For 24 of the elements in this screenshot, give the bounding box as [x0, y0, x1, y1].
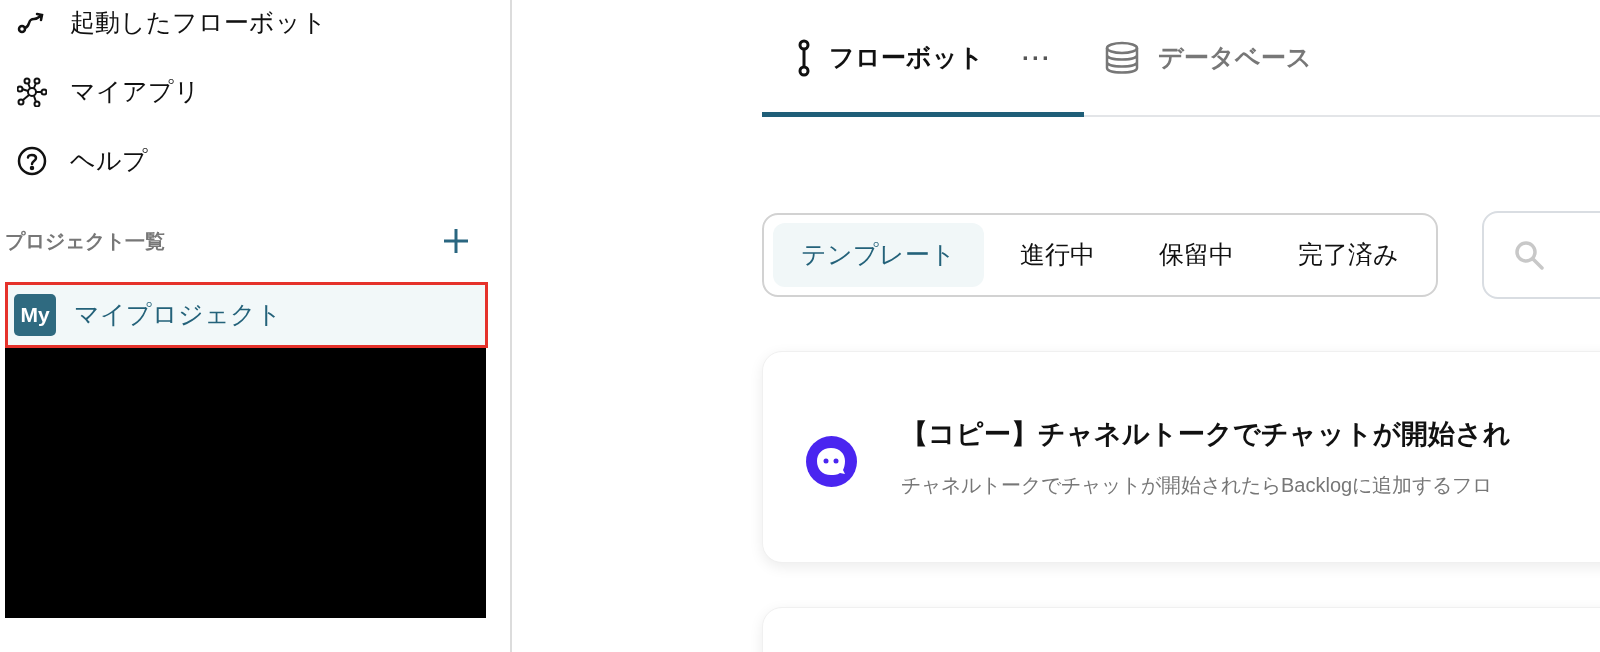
section-title: プロジェクト一覧 [5, 229, 165, 254]
tab[interactable]: フローボット ··· [762, 0, 1084, 117]
network-icon [17, 76, 47, 107]
database-icon [1104, 40, 1140, 76]
filter-tab[interactable]: 完了済み [1270, 223, 1427, 287]
filter-tab[interactable]: 保留中 [1131, 223, 1262, 287]
tab[interactable]: データベース [1084, 0, 1342, 117]
more-button[interactable]: ··· [1022, 40, 1052, 76]
project-name: マイプロジェクト [74, 299, 282, 331]
card-description: チャネルトークでチャットが開始されたらBacklogに追加するフロ [901, 473, 1494, 499]
sidebar-item[interactable]: ヘルプ [0, 126, 510, 195]
filter-tab[interactable]: 進行中 [992, 223, 1123, 287]
sidebar-item[interactable]: マイアプリ [0, 57, 510, 126]
filter-tab[interactable]: テンプレート [773, 223, 984, 287]
chat-bubble-icon [806, 435, 857, 487]
flow-card[interactable]: 【コピー】チャネルトークでチャットが開始され チャネルトークでチャットが開始されたらBacklogに追加するフロ [762, 351, 1600, 563]
card-title: 【コピー】チャネルトークでチャットが開始され [901, 417, 1511, 451]
plus-icon[interactable] [442, 227, 470, 255]
node-line-icon [797, 39, 811, 77]
project-avatar: My [14, 294, 56, 336]
project-item[interactable]: My マイプロジェクト [5, 282, 488, 348]
help-icon [17, 145, 47, 176]
sidebar-item[interactable]: 起動したフローボット [0, 0, 510, 57]
search-icon [1514, 240, 1544, 270]
